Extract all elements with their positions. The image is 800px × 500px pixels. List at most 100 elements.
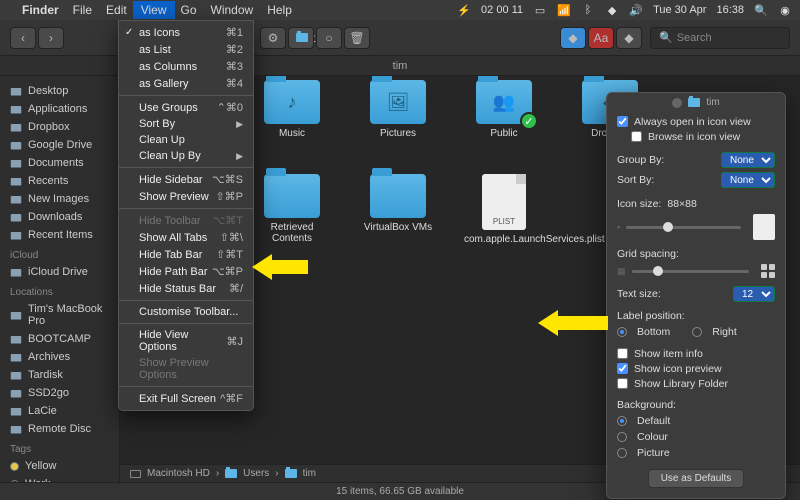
file-icon[interactable]: 🖼Pictures: [358, 80, 438, 140]
menu-item[interactable]: Exit Full Screen^⌘F: [119, 390, 253, 407]
browse-icon-checkbox[interactable]: Browse in icon view: [617, 129, 775, 144]
sidebar-item[interactable]: Desktop: [0, 82, 119, 100]
menu-go[interactable]: Go: [181, 3, 197, 17]
close-icon[interactable]: [672, 98, 682, 108]
menu-item[interactable]: Sort By▶: [119, 116, 253, 132]
file-icon[interactable]: ♪ Music: [252, 80, 332, 140]
battery-icon[interactable]: ⚡: [457, 3, 471, 17]
menu-item-label: Hide Tab Bar: [139, 249, 202, 261]
sort-by-select[interactable]: None: [721, 172, 775, 188]
forward-button[interactable]: ›: [38, 27, 64, 49]
bg-picture-radio[interactable]: [617, 448, 627, 458]
menu-window[interactable]: Window: [211, 3, 254, 17]
menu-item[interactable]: Customise Toolbar...: [119, 304, 253, 320]
min-icon: ▪: [617, 222, 620, 232]
path-seg[interactable]: Users: [243, 468, 269, 479]
siri-icon[interactable]: ◉: [778, 3, 792, 17]
dropbox-icon[interactable]: ◆: [605, 3, 619, 17]
search-icon: 🔍: [659, 31, 673, 44]
tags-icon[interactable]: ○: [316, 27, 342, 49]
menu-item[interactable]: ✓as Icons⌘1: [119, 24, 253, 41]
sidebar-item[interactable]: Yellow: [0, 457, 119, 475]
bluetooth-icon[interactable]: ᛒ: [581, 3, 595, 17]
menu-item: Hide Toolbar⌥⌘T: [119, 212, 253, 229]
sidebar-item[interactable]: Downloads: [0, 208, 119, 226]
menu-view[interactable]: View: [133, 1, 175, 19]
shortcut-label: ⌥⌘S: [212, 173, 243, 186]
tool-app-icon-1[interactable]: ◆: [560, 27, 586, 49]
sidebar-item[interactable]: Tardisk: [0, 366, 119, 384]
path-seg[interactable]: Macintosh HD: [147, 468, 210, 479]
path-seg[interactable]: tim: [303, 468, 316, 479]
sidebar-item-label: Remote Disc: [28, 423, 91, 435]
sidebar-item[interactable]: Applications: [0, 100, 119, 118]
file-icon[interactable]: PLISTcom.apple.LaunchServices.plist: [464, 174, 544, 246]
sidebar-item[interactable]: Google Drive: [0, 136, 119, 154]
shortcut-label: ⌘4: [226, 77, 243, 90]
always-open-icon-checkbox[interactable]: Always open in icon view: [617, 114, 775, 129]
sidebar-item[interactable]: iCloud Drive: [0, 263, 119, 281]
folder-glyph-icon: ♪: [264, 80, 320, 124]
gear-icon[interactable]: ⚙: [260, 27, 286, 49]
label-pos-bottom-radio[interactable]: [617, 327, 627, 337]
bg-default-radio[interactable]: [617, 416, 627, 426]
menu-item[interactable]: Show All Tabs⇧⌘\: [119, 229, 253, 246]
sidebar-item-label: LaCie: [28, 405, 57, 417]
bg-colour-radio[interactable]: [617, 432, 627, 442]
menu-item[interactable]: Hide View Options⌘J: [119, 327, 253, 355]
menu-item[interactable]: Show Preview⇧⌘P: [119, 188, 253, 205]
screen-icon[interactable]: ▭: [533, 3, 547, 17]
menu-item[interactable]: Hide Tab Bar⇧⌘T: [119, 246, 253, 263]
menu-item[interactable]: Hide Path Bar⌥⌘P: [119, 263, 253, 280]
sidebar-item[interactable]: Remote Disc: [0, 420, 119, 438]
text-size-select[interactable]: 12: [733, 286, 775, 302]
sidebar-item[interactable]: Dropbox: [0, 118, 119, 136]
volume-icon[interactable]: 🔊: [629, 3, 643, 17]
sidebar-item[interactable]: BOOTCAMP: [0, 330, 119, 348]
search-input[interactable]: 🔍 Search: [650, 27, 790, 49]
menu-help[interactable]: Help: [267, 3, 292, 17]
tool-app-icon-2[interactable]: Aa: [588, 27, 614, 49]
show-library-folder-checkbox[interactable]: Show Library Folder: [617, 376, 775, 391]
file-icon[interactable]: Retrieved Contents: [252, 174, 332, 246]
icon-size-slider[interactable]: [626, 226, 741, 229]
trash-icon[interactable]: 🗑: [344, 27, 370, 49]
show-item-info-checkbox[interactable]: Show item info: [617, 346, 775, 361]
sidebar-item[interactable]: Recents: [0, 172, 119, 190]
app-menu-finder[interactable]: Finder: [22, 3, 59, 17]
sidebar-item[interactable]: SSD2go: [0, 384, 119, 402]
use-as-defaults-button[interactable]: Use as Defaults: [648, 469, 745, 488]
menu-file[interactable]: File: [73, 3, 92, 17]
tool-dropbox-icon[interactable]: ◆: [616, 27, 642, 49]
sidebar-item[interactable]: Tim's MacBook Pro: [0, 300, 119, 330]
sidebar-item[interactable]: Archives: [0, 348, 119, 366]
sidebar-item[interactable]: Work: [0, 475, 119, 482]
menu-item[interactable]: Hide Status Bar⌘/: [119, 280, 253, 297]
sidebar-item[interactable]: Documents: [0, 154, 119, 172]
grid-spacing-slider[interactable]: [632, 270, 749, 273]
home-icon: [688, 98, 700, 107]
menu-item[interactable]: Use Groups⌃⌘0: [119, 99, 253, 116]
group-by-select[interactable]: None: [721, 152, 775, 168]
file-icon[interactable]: 👥✓Public: [464, 80, 544, 140]
file-icon[interactable]: VirtualBox VMs: [358, 174, 438, 246]
back-button[interactable]: ‹: [10, 27, 36, 49]
file-label: Music: [279, 128, 305, 140]
sidebar-heading: Locations: [0, 281, 119, 300]
spotlight-icon[interactable]: 🔍: [754, 3, 768, 17]
icon-size-value: 88×88: [667, 198, 697, 210]
menu-item-label: as List: [139, 44, 171, 56]
show-icon-preview-checkbox[interactable]: Show icon preview: [617, 361, 775, 376]
menu-item[interactable]: as List⌘2: [119, 41, 253, 58]
sidebar-item[interactable]: LaCie: [0, 402, 119, 420]
menu-item[interactable]: as Columns⌘3: [119, 58, 253, 75]
sidebar-item[interactable]: New Images: [0, 190, 119, 208]
label-pos-right-radio[interactable]: [692, 327, 702, 337]
sidebar-item[interactable]: Recent Items: [0, 226, 119, 244]
menu-item[interactable]: Clean Up: [119, 132, 253, 148]
menu-item[interactable]: Hide Sidebar⌥⌘S: [119, 171, 253, 188]
menu-item[interactable]: Clean Up By▶: [119, 148, 253, 164]
menu-item[interactable]: as Gallery⌘4: [119, 75, 253, 92]
menu-edit[interactable]: Edit: [106, 3, 127, 17]
wifi-icon[interactable]: 📶: [557, 3, 571, 17]
